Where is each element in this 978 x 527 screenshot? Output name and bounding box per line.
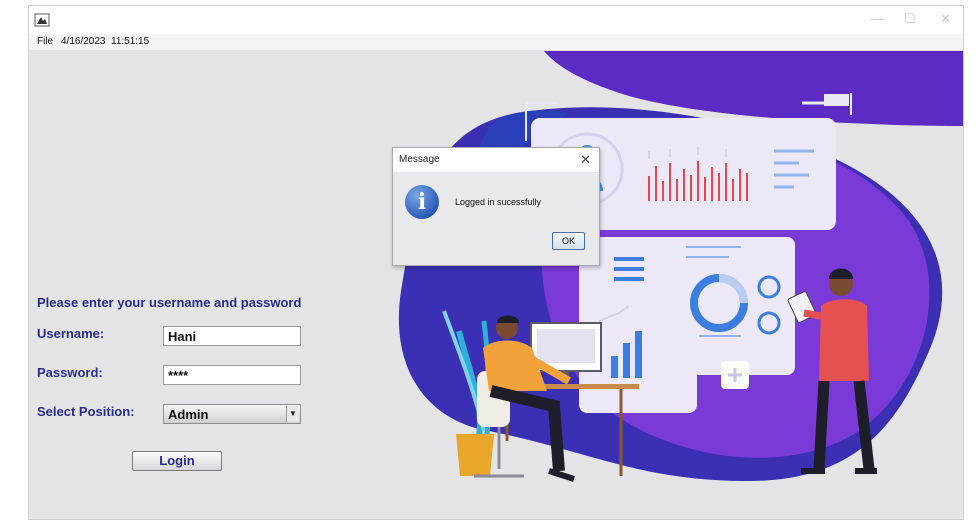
- maximize-button[interactable]: ☐: [904, 10, 916, 28]
- dashboard-illustration: [398, 51, 963, 482]
- menu-date: 4/16/2023: [61, 36, 106, 47]
- menu-bar: File 4/16/2023 11:51:15: [29, 34, 963, 51]
- password-label: Password:: [37, 365, 103, 380]
- app-window: — ☐ ✕ File 4/16/2023 11:51:15 Please ent…: [28, 5, 964, 520]
- close-button[interactable]: ✕: [940, 10, 951, 28]
- java-app-icon: [34, 13, 50, 27]
- dialog-title-bar: Message ✕: [393, 148, 599, 172]
- position-select[interactable]: Admin ▼: [163, 404, 301, 424]
- username-field[interactable]: Hani: [163, 326, 301, 346]
- username-label: Username:: [37, 326, 105, 341]
- dialog-close-icon[interactable]: ✕: [580, 148, 591, 172]
- dialog-title: Message: [399, 154, 440, 165]
- title-bar: — ☐ ✕: [29, 6, 963, 34]
- ok-button[interactable]: OK: [552, 232, 585, 250]
- password-field[interactable]: ****: [163, 365, 301, 385]
- minimize-button[interactable]: —: [871, 10, 884, 28]
- dialog-message: Logged in sucessfully: [455, 197, 542, 207]
- menu-file[interactable]: File: [37, 34, 53, 50]
- menu-time: 11:51:15: [111, 36, 150, 47]
- dropdown-arrow-icon[interactable]: ▼: [286, 406, 299, 422]
- login-panel: Please enter your username and password …: [29, 51, 963, 519]
- login-button[interactable]: Login: [132, 451, 222, 471]
- message-dialog: Message ✕ i Logged in sucessfully OK: [392, 147, 600, 266]
- position-select-value: Admin: [168, 407, 209, 422]
- form-heading: Please enter your username and password: [37, 295, 302, 310]
- info-icon: i: [405, 185, 439, 219]
- position-label: Select Position:: [37, 404, 135, 419]
